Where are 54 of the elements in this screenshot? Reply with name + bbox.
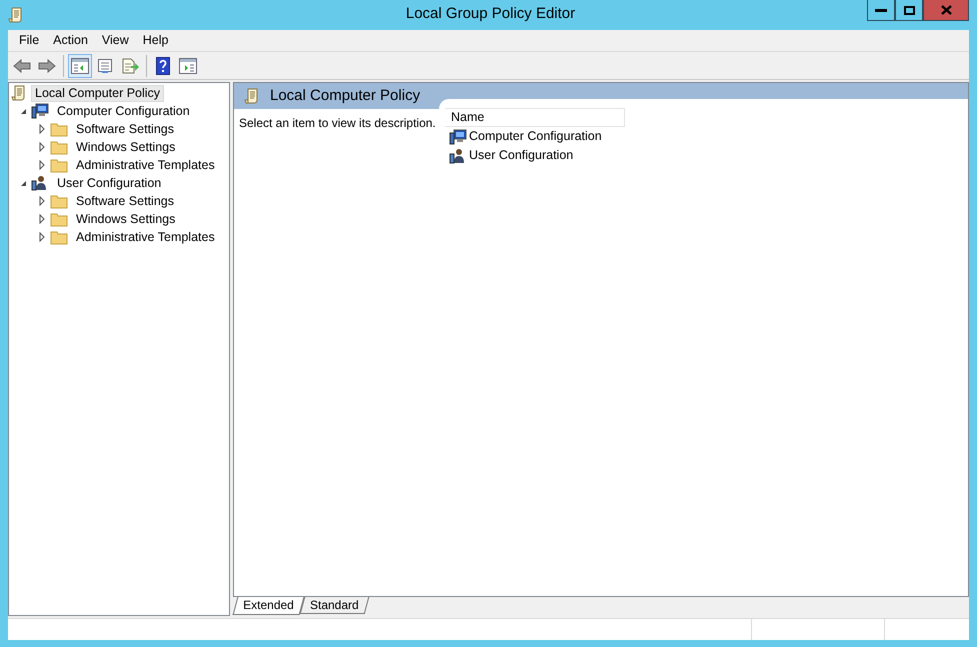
menu-item[interactable]: Help (136, 29, 176, 52)
expander-icon[interactable] (37, 142, 47, 152)
properties-icon (97, 58, 113, 74)
folder-icon (50, 157, 68, 173)
close-button[interactable] (923, 0, 969, 21)
app-icon (8, 7, 24, 23)
user-icon (31, 175, 49, 191)
tree-panel-button[interactable] (68, 54, 92, 78)
tree-item[interactable]: Windows Settings (72, 138, 180, 156)
maximize-button[interactable] (895, 0, 923, 21)
tree-item[interactable]: Windows Settings (72, 210, 180, 228)
user-icon (449, 148, 467, 164)
tab[interactable]: Extended (232, 597, 304, 615)
back-icon (13, 58, 31, 72)
expander-icon[interactable] (37, 214, 47, 224)
expander-icon[interactable] (37, 232, 47, 242)
computer-icon (31, 103, 49, 119)
close-icon (940, 5, 952, 15)
tree-item[interactable]: Administrative Templates (72, 156, 219, 174)
folder-icon (50, 139, 68, 155)
expander-icon[interactable] (37, 124, 47, 134)
list-item[interactable]: Computer Configuration (469, 127, 602, 146)
tree-item[interactable]: Computer Configuration (53, 102, 194, 120)
folder-icon (50, 193, 68, 209)
list-item[interactable]: User Configuration (469, 146, 574, 165)
folder-icon (50, 211, 68, 227)
description-text: Select an item to view its description. (239, 116, 436, 130)
menu-item[interactable]: Action (46, 29, 95, 52)
help-icon (156, 56, 170, 74)
minimize-icon (875, 8, 887, 12)
tree-item[interactable]: Software Settings (72, 192, 178, 210)
action-panel-icon (179, 58, 197, 74)
computer-icon (449, 128, 467, 144)
pane-title: Local Computer Policy (270, 86, 420, 106)
maximize-icon (904, 6, 914, 14)
scroll-icon (11, 85, 27, 101)
export-icon (121, 58, 139, 74)
expander-icon[interactable] (37, 196, 47, 206)
folder-icon (50, 121, 68, 137)
menu-item[interactable]: View (94, 29, 136, 52)
forward-icon (38, 58, 56, 72)
tree-panel-icon (71, 58, 89, 74)
window-title: Local Group Policy Editor (406, 4, 576, 24)
scroll-icon (244, 88, 260, 104)
tab[interactable]: Standard (299, 597, 369, 614)
menu-item[interactable]: File (12, 29, 46, 52)
column-header[interactable]: Name (445, 108, 625, 127)
minimize-button[interactable] (867, 0, 895, 21)
tree-item[interactable]: Software Settings (72, 120, 178, 138)
tree-item[interactable]: Administrative Templates (72, 228, 219, 246)
expander-icon[interactable] (37, 160, 47, 170)
tree-item[interactable]: User Configuration (53, 174, 166, 192)
folder-icon (50, 229, 68, 245)
tree-item[interactable]: Local Computer Policy (31, 84, 164, 102)
